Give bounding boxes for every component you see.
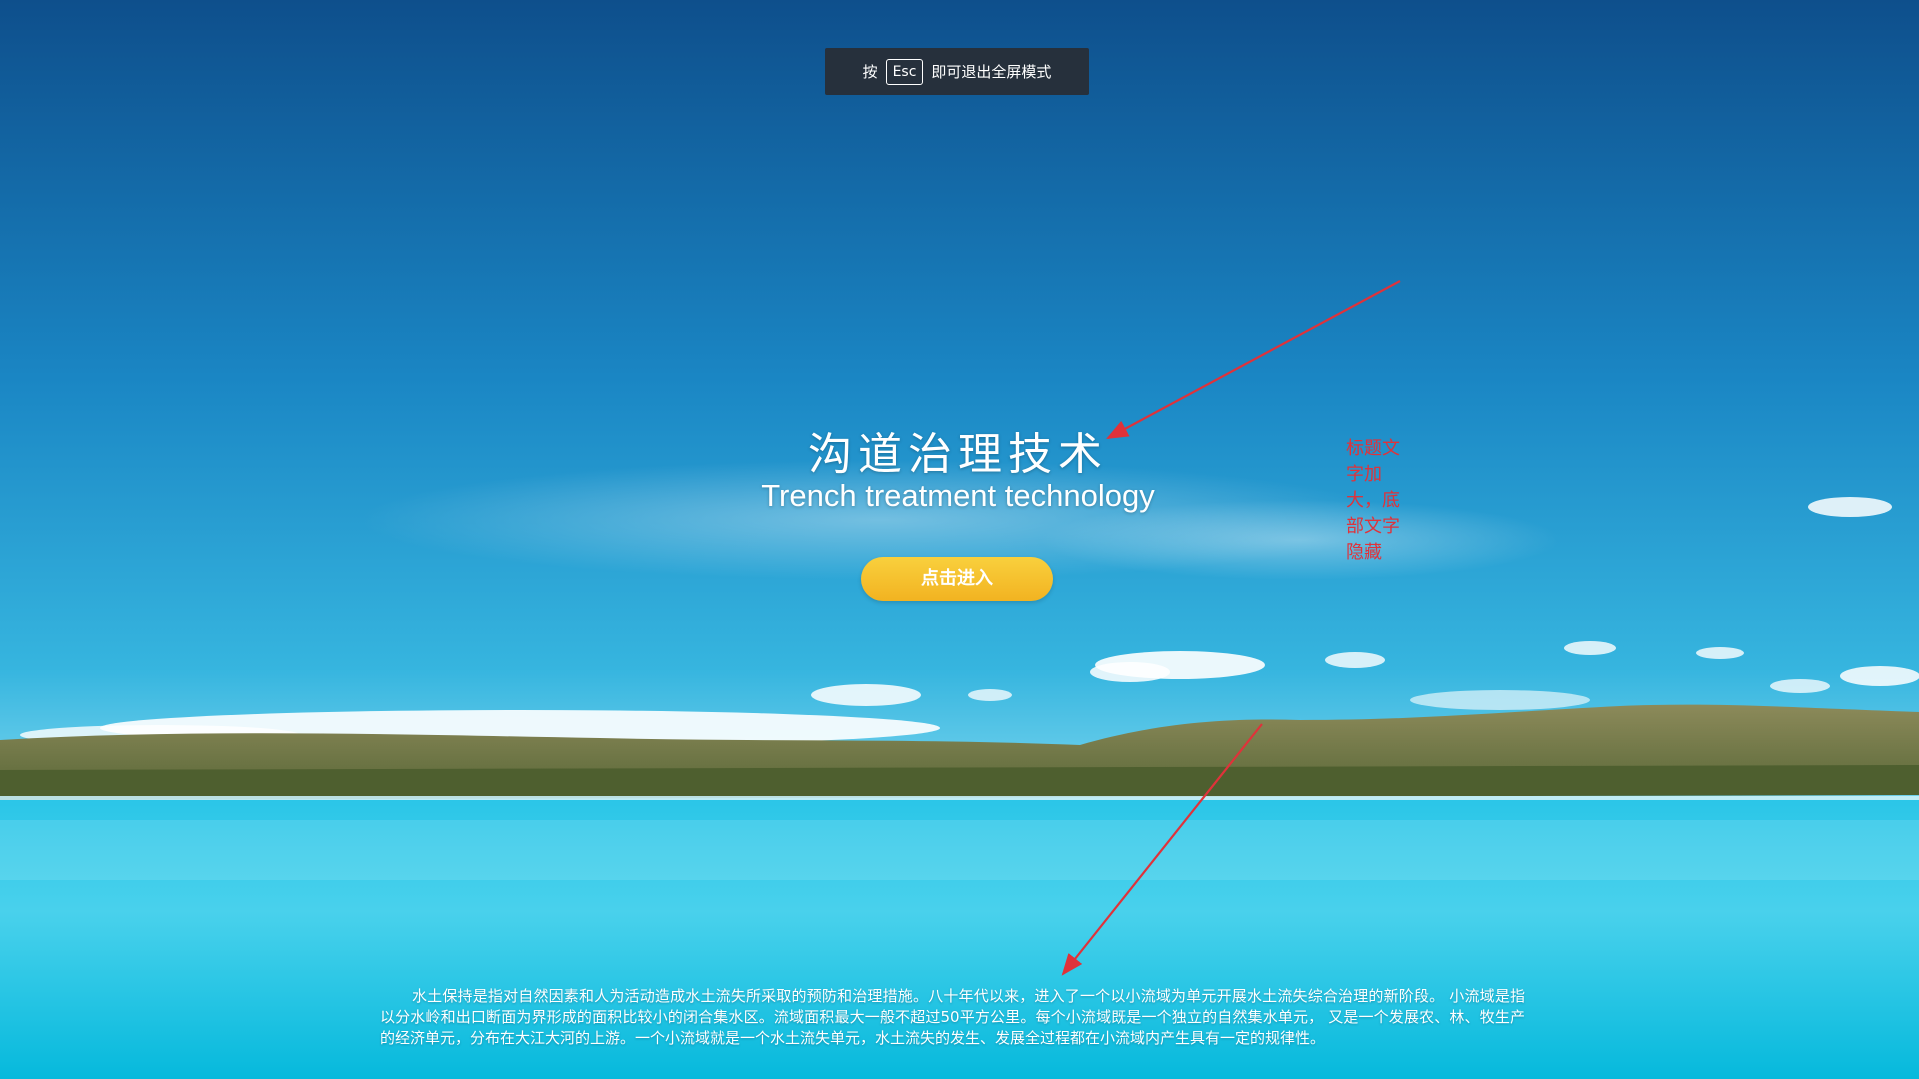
enter-button[interactable]: 点击进入 [861, 557, 1053, 601]
fullscreen-page: 按 Esc 即可退出全屏模式 沟道治理技术 Trench treatment t… [0, 0, 1919, 1079]
notice-suffix: 即可退出全屏模式 [931, 63, 1052, 81]
notice-prefix: 按 [862, 63, 878, 81]
fullscreen-exit-notice: 按 Esc 即可退出全屏模式 [825, 48, 1089, 95]
background-landscape [0, 0, 1919, 1079]
hero-subtitle: Trench treatment technology [761, 478, 1155, 513]
esc-key-badge: Esc [885, 58, 924, 85]
annotation-note: 标题文字加大，底部文字隐藏 [1346, 438, 1400, 563]
footer-paragraph: 水土保持是指对自然因素和人为活动造成水土流失所采取的预防和治理措施。八十年代以来… [380, 987, 1525, 1047]
hero-title: 沟道治理技术 [808, 429, 1108, 480]
